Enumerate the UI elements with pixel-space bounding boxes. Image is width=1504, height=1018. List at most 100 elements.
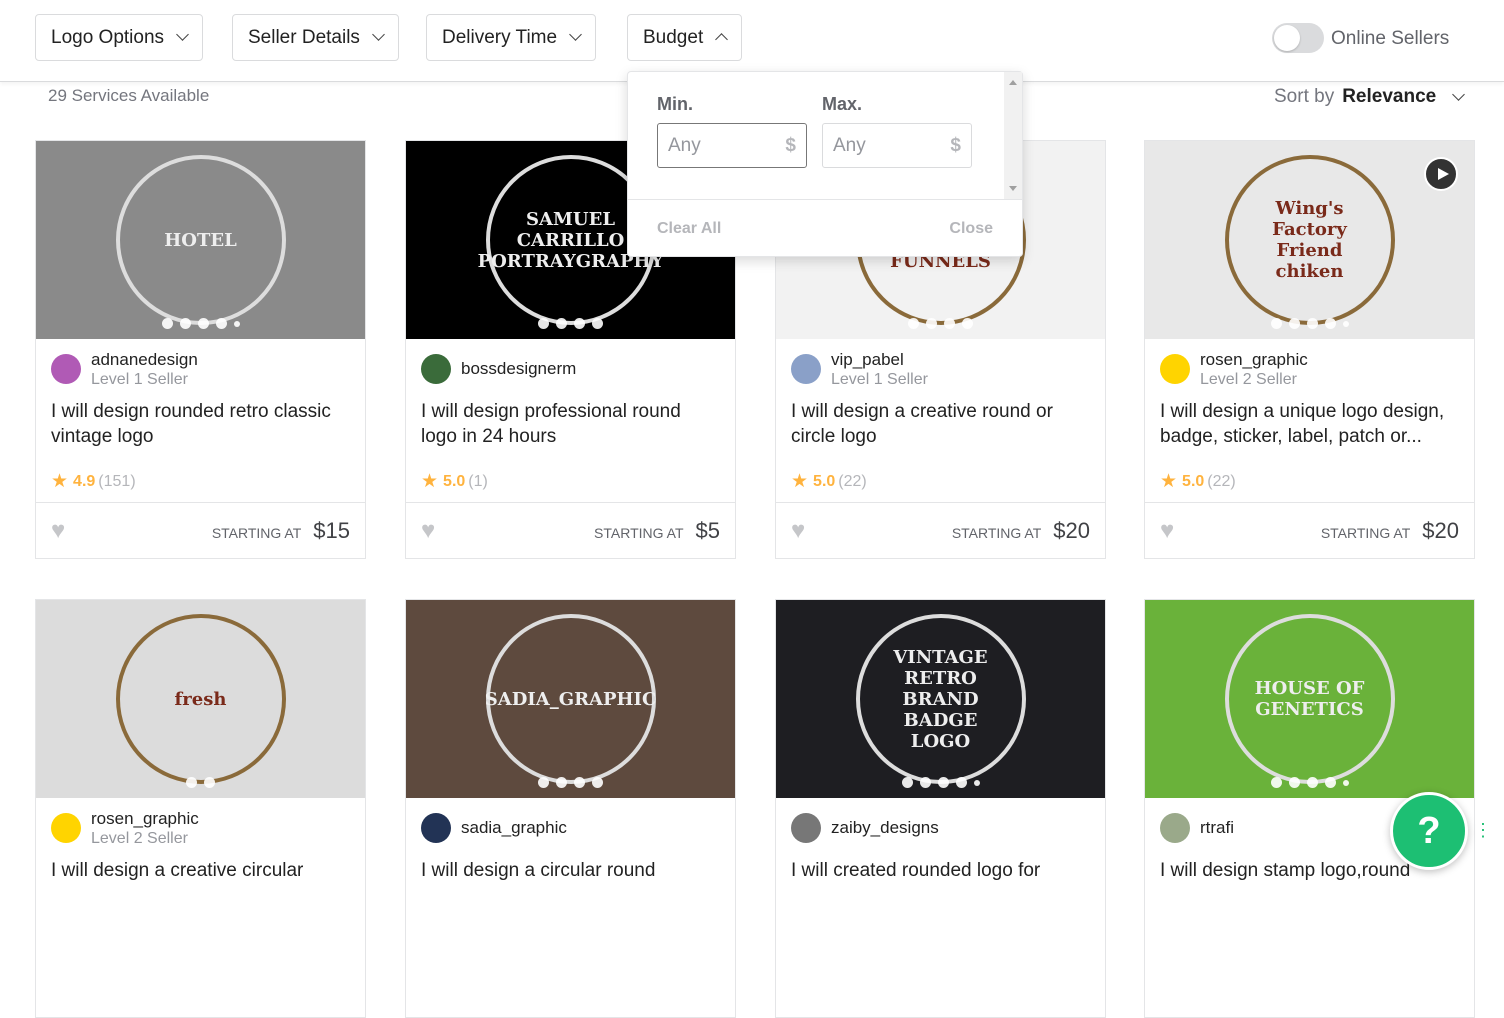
gig-card[interactable]: SADIA_GRAPHIC sadia_graphic I will desig…: [405, 599, 736, 1018]
carousel-dot[interactable]: [161, 318, 173, 329]
avatar[interactable]: [1160, 354, 1190, 384]
help-button[interactable]: ?: [1390, 792, 1468, 870]
carousel-dot[interactable]: [1342, 779, 1349, 786]
carousel-dot[interactable]: [901, 777, 913, 788]
filter-seller-details[interactable]: Seller Details: [232, 14, 399, 61]
gig-title[interactable]: I will created rounded logo for: [776, 858, 1105, 920]
gig-image[interactable]: HOUSE OF GENETICS: [1145, 600, 1474, 798]
gig-card[interactable]: fresh rosen_graphic Level 2 Seller I wil…: [35, 599, 366, 1018]
carousel-dot[interactable]: [973, 779, 980, 786]
heart-icon[interactable]: ♥: [51, 517, 65, 545]
panel-scrollbar[interactable]: [1004, 72, 1022, 199]
carousel-dot[interactable]: [1288, 318, 1300, 329]
max-budget-field[interactable]: $: [822, 123, 972, 168]
gig-title[interactable]: I will design a creative round or circle…: [776, 399, 1105, 461]
chevron-down-icon: [372, 28, 385, 41]
clear-all-button[interactable]: Clear All: [657, 220, 721, 238]
heart-icon[interactable]: ♥: [791, 517, 805, 545]
dollar-icon: $: [950, 134, 961, 156]
carousel-dot[interactable]: [538, 777, 549, 788]
gig-card[interactable]: VINTAGE RETRO BRAND BADGE LOGO zaiby_des…: [775, 599, 1106, 1018]
gig-title[interactable]: I will design a creative circular: [36, 858, 365, 920]
avatar[interactable]: [791, 354, 821, 384]
carousel-dot[interactable]: [919, 777, 931, 788]
max-budget-input[interactable]: [833, 134, 933, 157]
carousel-dot[interactable]: [1270, 777, 1282, 788]
carousel-dots: [406, 777, 735, 788]
carousel-dot[interactable]: [204, 777, 215, 788]
carousel-dot[interactable]: [1306, 777, 1318, 788]
carousel-dot[interactable]: [186, 777, 197, 788]
carousel-dot[interactable]: [556, 318, 567, 329]
review-count: (22): [1207, 472, 1236, 490]
carousel-dot[interactable]: [926, 318, 937, 329]
max-label: Max.: [822, 94, 863, 114]
play-video-icon[interactable]: [1424, 157, 1458, 191]
avatar[interactable]: [791, 813, 821, 843]
carousel-dot[interactable]: [574, 777, 585, 788]
filter-logo-options[interactable]: Logo Options: [35, 14, 204, 61]
carousel-dot[interactable]: [556, 777, 567, 788]
avatar[interactable]: [421, 813, 451, 843]
gig-price: STARTING AT $15: [212, 518, 350, 544]
seller-name[interactable]: rosen_graphic: [91, 809, 199, 829]
carousel-dot[interactable]: [592, 777, 603, 788]
gig-title[interactable]: I will design professional round logo in…: [406, 399, 735, 461]
carousel-dot[interactable]: [1342, 320, 1349, 327]
sort-dropdown[interactable]: Sort by Relevance: [1274, 86, 1466, 108]
seller-info: rosen_graphic Level 2 Seller: [36, 798, 365, 858]
carousel-dot[interactable]: [908, 318, 919, 329]
carousel-dot[interactable]: [574, 318, 585, 329]
seller-name[interactable]: rosen_graphic: [1200, 350, 1308, 370]
gig-card[interactable]: Wing's Factory Friend chiken rosen_graph…: [1144, 140, 1475, 559]
carousel-dot[interactable]: [197, 318, 209, 329]
heart-icon[interactable]: ♥: [1160, 517, 1174, 545]
carousel-dot[interactable]: [1270, 318, 1282, 329]
gig-title[interactable]: I will design rounded retro classic vint…: [36, 399, 365, 461]
carousel-dot[interactable]: [592, 318, 603, 329]
filter-label: Logo Options: [51, 26, 165, 48]
min-budget-field[interactable]: $: [657, 123, 807, 168]
gig-image[interactable]: VINTAGE RETRO BRAND BADGE LOGO: [776, 600, 1105, 798]
carousel-dot[interactable]: [1324, 318, 1336, 329]
gig-image[interactable]: fresh: [36, 600, 365, 798]
seller-name[interactable]: rtrafi: [1200, 818, 1234, 838]
seller-name[interactable]: bossdesignerm: [461, 359, 576, 379]
gig-image[interactable]: Wing's Factory Friend chiken: [1145, 141, 1474, 339]
carousel-dot[interactable]: [1288, 777, 1300, 788]
carousel-dot[interactable]: [944, 318, 955, 329]
carousel-dot[interactable]: [955, 777, 967, 788]
heart-icon[interactable]: ♥: [421, 517, 435, 545]
carousel-dot[interactable]: [1306, 318, 1318, 329]
filter-delivery-time[interactable]: Delivery Time: [426, 14, 597, 61]
carousel-dot[interactable]: [962, 318, 973, 329]
price-value: $20: [1422, 517, 1459, 543]
carousel-dot[interactable]: [233, 320, 240, 327]
avatar[interactable]: [51, 813, 81, 843]
carousel-dot[interactable]: [937, 777, 949, 788]
avatar[interactable]: [421, 354, 451, 384]
starting-at-label: STARTING AT: [951, 524, 1042, 541]
carousel-dot[interactable]: [179, 318, 191, 329]
seller-name[interactable]: vip_pabel: [831, 350, 928, 370]
online-sellers-toggle[interactable]: [1272, 23, 1324, 53]
carousel-dot[interactable]: [538, 318, 549, 329]
close-button[interactable]: Close: [949, 220, 993, 238]
seller-info: vip_pabel Level 1 Seller: [776, 339, 1105, 399]
gig-image[interactable]: HOTEL: [36, 141, 365, 339]
carousel-dot[interactable]: [215, 318, 227, 329]
seller-name[interactable]: zaiby_designs: [831, 818, 939, 838]
gig-card[interactable]: HOTEL adnanedesign Level 1 Seller I will…: [35, 140, 366, 559]
filter-budget[interactable]: Budget: [627, 14, 743, 61]
avatar[interactable]: [51, 354, 81, 384]
carousel-dot[interactable]: [1324, 777, 1336, 788]
gig-title[interactable]: I will design a unique logo design, badg…: [1145, 399, 1474, 461]
min-budget-input[interactable]: [668, 134, 768, 157]
gig-image[interactable]: SADIA_GRAPHIC: [406, 600, 735, 798]
gig-title[interactable]: I will design a circular round: [406, 858, 735, 920]
seller-info: sadia_graphic: [406, 798, 735, 858]
seller-name[interactable]: sadia_graphic: [461, 818, 567, 838]
avatar[interactable]: [1160, 813, 1190, 843]
more-options-icon[interactable]: ⋮: [1474, 820, 1492, 841]
seller-name[interactable]: adnanedesign: [91, 350, 198, 370]
